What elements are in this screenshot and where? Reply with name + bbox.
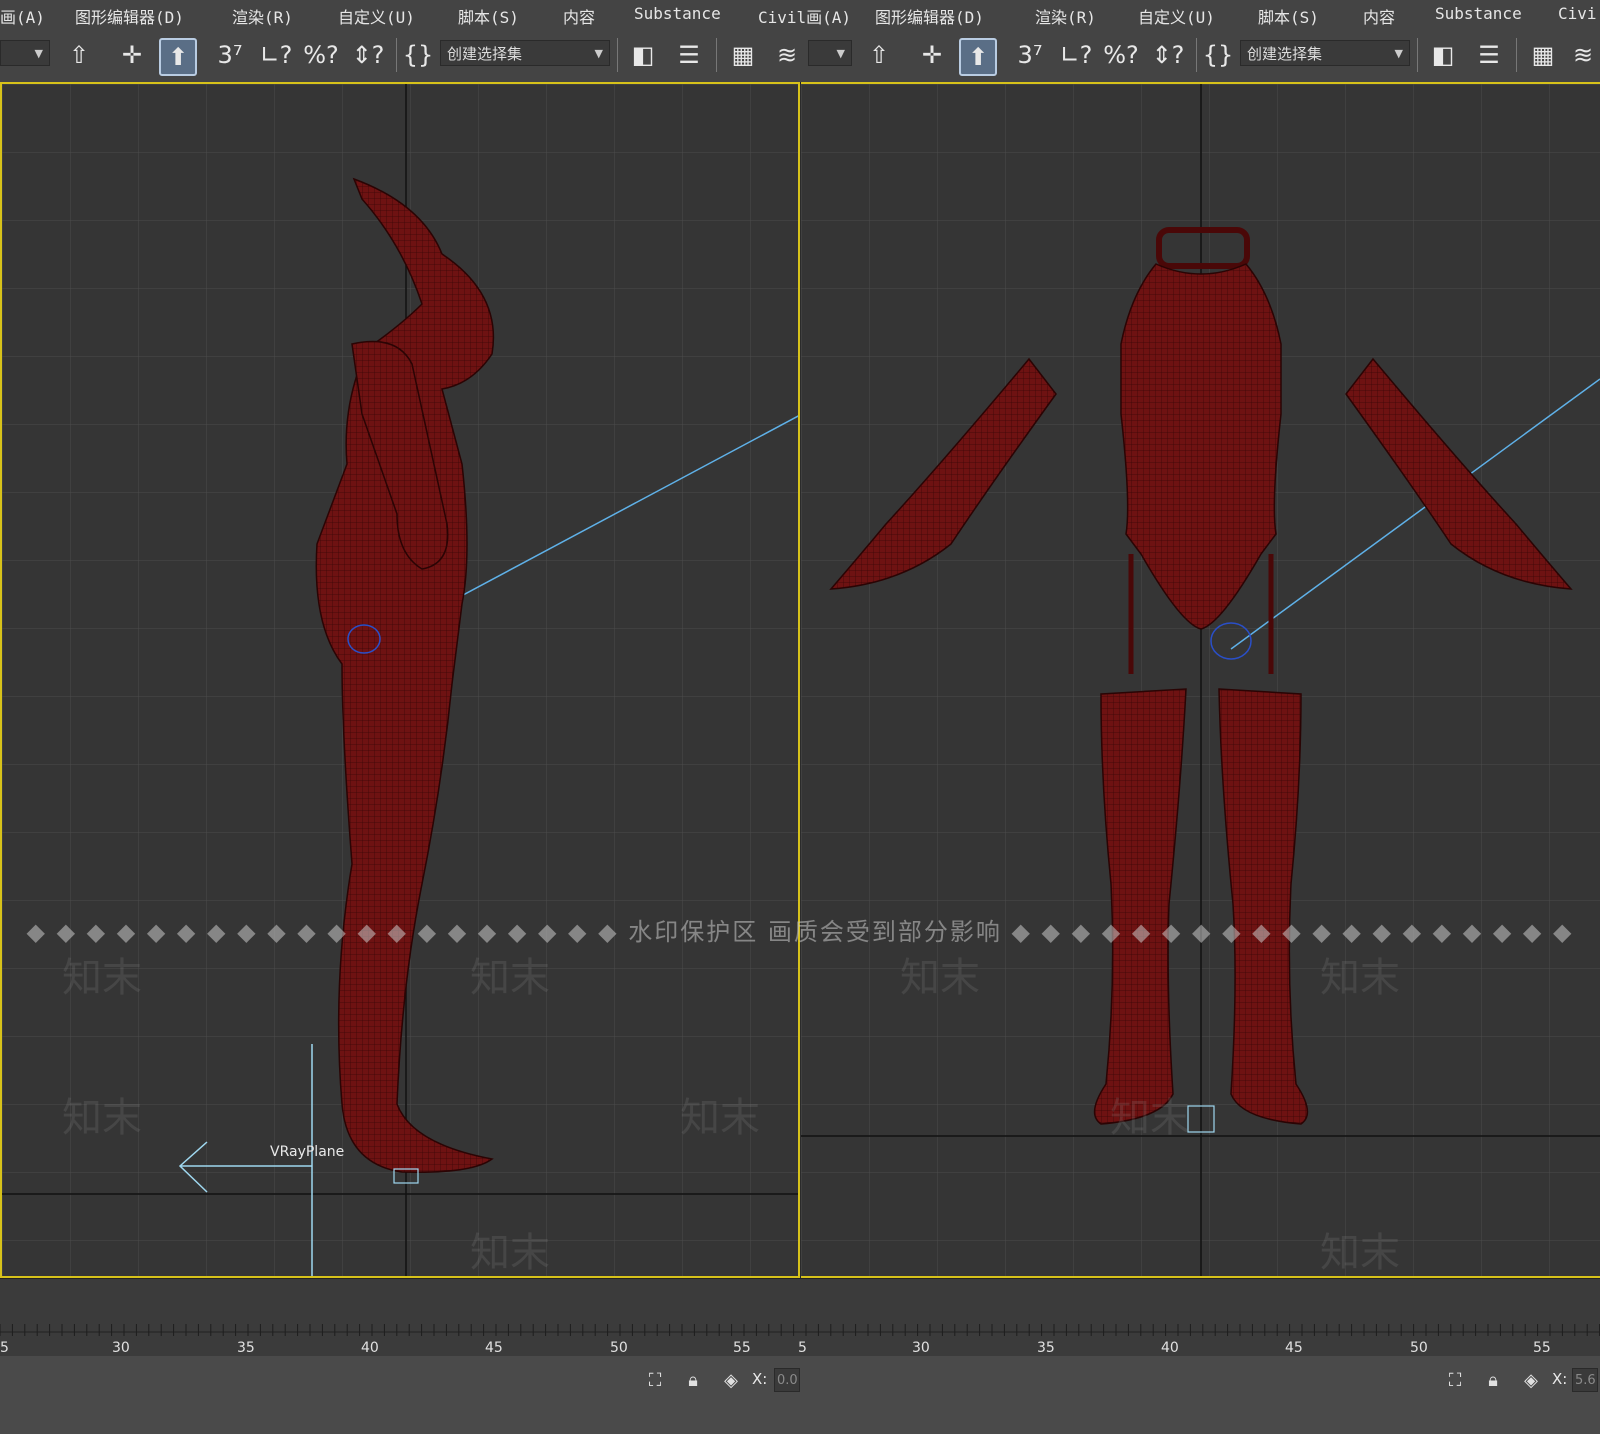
menu-customize[interactable]: 自定义(U) [338, 4, 415, 28]
angle-snap-icon[interactable]: ∟? [258, 38, 294, 72]
menu-content-2[interactable]: 内容 [1363, 4, 1395, 28]
tick-label: 35 [237, 1340, 255, 1356]
menu-scripting-2[interactable]: 脚本(S) [1258, 4, 1319, 28]
named-selection-placeholder: 创建选择集 [1247, 45, 1323, 63]
isolate-selection-icon[interactable]: ⛶ [644, 1370, 666, 1392]
menu-civil-view-2[interactable]: Civi [1558, 4, 1597, 23]
transform-mode-icon[interactable]: ◈ [1520, 1370, 1542, 1392]
menu-substance-2[interactable]: Substance [1435, 4, 1522, 23]
x-coordinate-label: X: [1552, 1370, 1568, 1388]
viewport-right[interactable] [801, 82, 1600, 1278]
select-object-icon[interactable]: ⬆ [159, 38, 197, 76]
toolbar-divider [1516, 38, 1517, 72]
toolbar-divider [716, 38, 717, 72]
vrayplane-label: VRayPlane [270, 1144, 345, 1160]
menu-rendering-2[interactable]: 渲染(R) [1035, 4, 1096, 28]
menu-civil-view[interactable]: Civil画(A) [758, 4, 851, 28]
watermark-logo: 知末 [1110, 1095, 1190, 1141]
tick-label: 55 [733, 1340, 751, 1356]
spinner-snap-icon[interactable]: ⇕? [350, 38, 386, 72]
toolbar-divider [617, 38, 618, 72]
tick-label: 40 [1161, 1340, 1179, 1356]
tick-label: 40 [361, 1340, 379, 1356]
menu-graph-editors[interactable]: 图形编辑器(D) [75, 4, 184, 28]
viewport-right-canvas [801, 84, 1600, 1276]
selection-filter-dropdown[interactable]: ▼ [0, 40, 50, 66]
named-selection-dropdown[interactable]: 创建选择集 ▼ [1240, 40, 1410, 66]
layer-manager-icon[interactable]: ≋ [1568, 38, 1598, 72]
percent-snap-icon[interactable]: %? [303, 38, 339, 72]
watermark-logo: 知末 [470, 1230, 550, 1276]
tick-label: 5 [798, 1340, 807, 1356]
chevron-down-icon: ▼ [594, 47, 603, 60]
watermark-logo: 知末 [1320, 955, 1400, 1001]
named-selection-placeholder: 创建选择集 [447, 45, 523, 63]
tick-label: 50 [1410, 1340, 1428, 1356]
move-icon[interactable]: ✛ [915, 38, 949, 72]
watermark-band: ◆ ◆ ◆ ◆ ◆ ◆ ◆ ◆ ◆ ◆ ◆ ◆ ◆ ◆ ◆ ◆ ◆ ◆ ◆ ◆ … [26, 918, 1574, 946]
lock-icon[interactable]: 🔒︎ [1482, 1370, 1504, 1392]
tick-label: 5 [0, 1340, 9, 1356]
select-and-link-icon[interactable]: ⇧ [862, 38, 896, 72]
select-and-link-icon[interactable]: ⇧ [62, 38, 96, 72]
menu-scripting[interactable]: 脚本(S) [458, 4, 519, 28]
watermark-logo: 知末 [680, 1095, 760, 1141]
scene-explorer-icon[interactable]: ▦ [726, 38, 760, 72]
snap-3d-icon[interactable]: 3⁷ [1012, 38, 1048, 72]
transform-mode-icon[interactable]: ◈ [720, 1370, 742, 1392]
mirror-icon[interactable]: ◧ [1426, 38, 1460, 72]
tick-label: 45 [485, 1340, 503, 1356]
named-selection-dropdown[interactable]: 创建选择集 ▼ [440, 40, 610, 66]
watermark-logo: 知末 [62, 1095, 142, 1141]
x-coordinate-field[interactable]: 5.6 [1572, 1368, 1598, 1392]
named-selection-icon[interactable]: {} [403, 38, 434, 72]
percent-snap-icon[interactable]: %? [1103, 38, 1139, 72]
select-object-icon[interactable]: ⬆ [959, 38, 997, 76]
menu-rendering[interactable]: 渲染(R) [232, 4, 293, 28]
snap-3d-icon[interactable]: 3⁷ [212, 38, 248, 72]
tick-label: 35 [1037, 1340, 1055, 1356]
angle-snap-icon[interactable]: ∟? [1058, 38, 1094, 72]
move-icon[interactable]: ✛ [115, 38, 149, 72]
time-ruler[interactable]: 5 30 35 40 45 50 55 5 30 35 40 45 50 55 [0, 1310, 1600, 1356]
chevron-down-icon: ▼ [836, 47, 845, 60]
menu-content[interactable]: 内容 [563, 4, 595, 28]
mirror-icon[interactable]: ◧ [626, 38, 660, 72]
menu-bar: 画(A) 图形编辑器(D) 渲染(R) 自定义(U) 脚本(S) 内容 Subs… [0, 0, 1600, 29]
x-coordinate-field[interactable]: 0.0 [774, 1368, 800, 1392]
watermark-logo: 知末 [62, 955, 142, 1001]
scene-explorer-icon[interactable]: ▦ [1526, 38, 1560, 72]
tick-label: 55 [1533, 1340, 1551, 1356]
watermark-logo: 知末 [470, 955, 550, 1001]
chevron-down-icon: ▼ [34, 47, 43, 60]
tick-label: 50 [610, 1340, 628, 1356]
menu-substance[interactable]: Substance [634, 4, 721, 23]
status-bar: ⛶ 🔒︎ ◈ X: 0.0 ⛶ 🔒︎ ◈ X: 5.6 [0, 1356, 1600, 1434]
align-icon[interactable]: ☰ [672, 38, 706, 72]
tick-label: 30 [912, 1340, 930, 1356]
watermark-logo: 知末 [900, 955, 980, 1001]
chevron-down-icon: ▼ [1394, 47, 1403, 60]
toolbar-divider [1417, 38, 1418, 72]
menu-customize-2[interactable]: 自定义(U) [1138, 4, 1215, 28]
spinner-snap-icon[interactable]: ⇕? [1150, 38, 1186, 72]
toolbar-divider [1196, 38, 1197, 72]
lock-icon[interactable]: 🔒︎ [682, 1370, 704, 1392]
watermark-logo: 知末 [1320, 1230, 1400, 1276]
main-toolbar: ▼ ⇧ ✛ ⬆ 3⁷ ∟? %? ⇕? {} 创建选择集 ▼ ◧ ☰ ▦ ≋ ▼ … [0, 28, 1600, 84]
align-icon[interactable]: ☰ [1472, 38, 1506, 72]
menu-graph-editors-2[interactable]: 图形编辑器(D) [875, 4, 984, 28]
menu-animation[interactable]: 画(A) [0, 4, 45, 28]
toolbar-divider [396, 38, 397, 72]
named-selection-icon[interactable]: {} [1203, 38, 1234, 72]
x-coordinate-label: X: [752, 1370, 768, 1388]
tick-label: 30 [112, 1340, 130, 1356]
layer-dropdown[interactable]: ▼ [808, 40, 852, 66]
isolate-selection-icon[interactable]: ⛶ [1444, 1370, 1466, 1392]
layer-manager-icon[interactable]: ≋ [770, 38, 804, 72]
tick-label: 45 [1285, 1340, 1303, 1356]
